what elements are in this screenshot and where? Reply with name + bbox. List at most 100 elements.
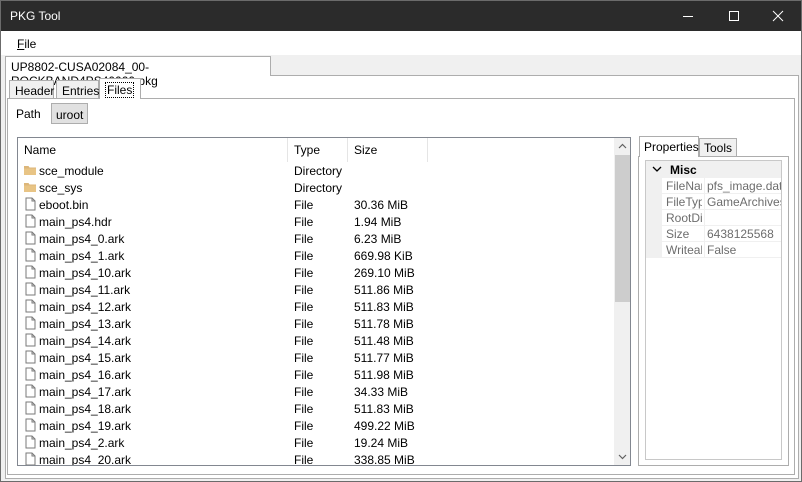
- file-tab[interactable]: UP8802-CUSA02084_00-ROCKBAND4PS40000.pkg: [5, 56, 271, 88]
- close-icon: [772, 10, 784, 22]
- tab-entries[interactable]: Entries: [56, 80, 99, 99]
- file-name: main_ps4_16.ark: [39, 368, 132, 382]
- table-row[interactable]: main_ps4_18.ark File 511.83 MiB: [18, 400, 614, 417]
- property-category[interactable]: Misc: [646, 161, 781, 178]
- file-type: File: [294, 198, 314, 212]
- property-gutter: [646, 178, 662, 194]
- property-row[interactable]: Size 6438125568: [646, 226, 781, 242]
- property-row[interactable]: RootDirectory: [646, 210, 781, 226]
- tab-tools-label: Tools: [704, 141, 733, 155]
- table-row[interactable]: sce_sys Directory: [18, 179, 614, 196]
- file-list[interactable]: Name Type Size sce_module Directory sce_sy…: [17, 137, 631, 466]
- file-size: 269.10 MiB: [354, 266, 415, 280]
- property-separator: [704, 210, 705, 226]
- close-button[interactable]: [755, 1, 801, 31]
- table-row[interactable]: main_ps4_1.ark File 669.98 KiB: [18, 247, 614, 264]
- property-key: Writeable: [666, 243, 702, 257]
- property-value[interactable]: pfs_image.dat: [707, 179, 781, 193]
- file-icon: [25, 197, 36, 211]
- table-row[interactable]: main_ps4_17.ark File 34.33 MiB: [18, 383, 614, 400]
- file-size: 511.98 MiB: [354, 368, 414, 382]
- minimize-icon: [683, 16, 693, 17]
- file-name: main_ps4_14.ark: [39, 334, 132, 348]
- file-size: 669.98 KiB: [354, 249, 413, 263]
- column-name[interactable]: Name: [18, 138, 288, 162]
- file-name: main_ps4_20.ark: [39, 453, 132, 466]
- property-value[interactable]: False: [707, 243, 781, 257]
- property-gutter: [646, 210, 662, 226]
- chevron-up-icon: [618, 143, 627, 149]
- path-label-text: Path: [16, 107, 41, 121]
- file-name: main_ps4_12.ark: [39, 300, 132, 314]
- list-scrollbar[interactable]: [614, 138, 630, 465]
- title-bar[interactable]: PKG Tool: [1, 1, 801, 31]
- file-size: 34.33 MiB: [354, 385, 409, 399]
- column-type[interactable]: Type: [288, 138, 348, 162]
- property-gutter: [646, 194, 662, 210]
- folder-icon: [24, 166, 36, 175]
- file-icon: [25, 265, 36, 279]
- collapse-icon[interactable]: [652, 164, 662, 174]
- file-icon: [25, 384, 36, 398]
- file-icon: [25, 452, 36, 465]
- table-row[interactable]: main_ps4_10.ark File 269.10 MiB: [18, 264, 614, 281]
- scroll-up-button[interactable]: [614, 138, 630, 155]
- tab-tools[interactable]: Tools: [699, 138, 737, 157]
- menu-file[interactable]: File: [17, 37, 36, 51]
- table-row[interactable]: main_ps4_2.ark File 19.24 MiB: [18, 434, 614, 451]
- chevron-down-icon: [618, 454, 627, 460]
- table-row[interactable]: main_ps4.hdr File 1.94 MiB: [18, 213, 614, 230]
- file-icon: [25, 282, 36, 296]
- column-type-label: Type: [294, 143, 321, 157]
- scroll-thumb[interactable]: [615, 155, 630, 302]
- file-name: sce_sys: [39, 181, 83, 195]
- minimize-button[interactable]: [665, 1, 711, 31]
- tab-entries-label: Entries: [62, 84, 100, 98]
- file-type: File: [294, 453, 314, 466]
- property-value[interactable]: GameArchives.PFS.PFSImage: [707, 195, 781, 209]
- property-row[interactable]: Writeable False: [646, 242, 781, 258]
- tab-header[interactable]: Header: [9, 80, 54, 99]
- property-row[interactable]: FileType GameArchives.PFS.PFSImage: [646, 194, 781, 210]
- file-size: 6.23 MiB: [354, 232, 402, 246]
- column-size[interactable]: Size: [348, 138, 428, 162]
- table-row[interactable]: main_ps4_11.ark File 511.86 MiB: [18, 281, 614, 298]
- path-uroot-button[interactable]: uroot: [51, 103, 88, 124]
- table-row[interactable]: main_ps4_19.ark File 499.22 MiB: [18, 417, 614, 434]
- table-row[interactable]: sce_module Directory: [18, 162, 614, 179]
- table-row[interactable]: eboot.bin File 30.36 MiB: [18, 196, 614, 213]
- table-row[interactable]: main_ps4_16.ark File 511.98 MiB: [18, 366, 614, 383]
- property-row[interactable]: FileName pfs_image.dat: [646, 178, 781, 194]
- table-row[interactable]: main_ps4_13.ark File 511.78 MiB: [18, 315, 614, 332]
- scroll-down-button[interactable]: [614, 448, 630, 465]
- maximize-icon: [729, 11, 739, 21]
- property-key: Size: [666, 227, 690, 241]
- table-row[interactable]: main_ps4_14.ark File 511.48 MiB: [18, 332, 614, 349]
- file-type: File: [294, 266, 314, 280]
- file-name: main_ps4_0.ark: [39, 232, 125, 246]
- table-row[interactable]: main_ps4_0.ark File 6.23 MiB: [18, 230, 614, 247]
- file-size: 511.48 MiB: [354, 334, 414, 348]
- file-type: File: [294, 419, 314, 433]
- table-row[interactable]: main_ps4_12.ark File 511.83 MiB: [18, 298, 614, 315]
- file-name: eboot.bin: [39, 198, 89, 212]
- file-name: main_ps4_13.ark: [39, 317, 132, 331]
- maximize-button[interactable]: [711, 1, 757, 31]
- file-type: File: [294, 385, 314, 399]
- file-type: File: [294, 436, 314, 450]
- tab-files[interactable]: Files: [99, 78, 141, 99]
- property-key: FileType: [666, 195, 702, 209]
- table-row[interactable]: main_ps4_15.ark File 511.77 MiB: [18, 349, 614, 366]
- file-type: File: [294, 317, 314, 331]
- property-separator: [704, 194, 705, 210]
- property-grid[interactable]: Misc FileName pfs_image.dat FileType GameAr…: [645, 160, 782, 460]
- property-value[interactable]: 6438125568: [707, 227, 781, 241]
- file-icon: [25, 231, 36, 245]
- table-row[interactable]: main_ps4_20.ark File 338.85 MiB: [18, 451, 614, 466]
- file-type: File: [294, 283, 314, 297]
- file-size: 511.77 MiB: [354, 351, 414, 365]
- tab-properties[interactable]: Properties: [639, 136, 699, 157]
- file-name: main_ps4_1.ark: [39, 249, 125, 263]
- file-name: main_ps4_2.ark: [39, 436, 125, 450]
- file-type: File: [294, 402, 314, 416]
